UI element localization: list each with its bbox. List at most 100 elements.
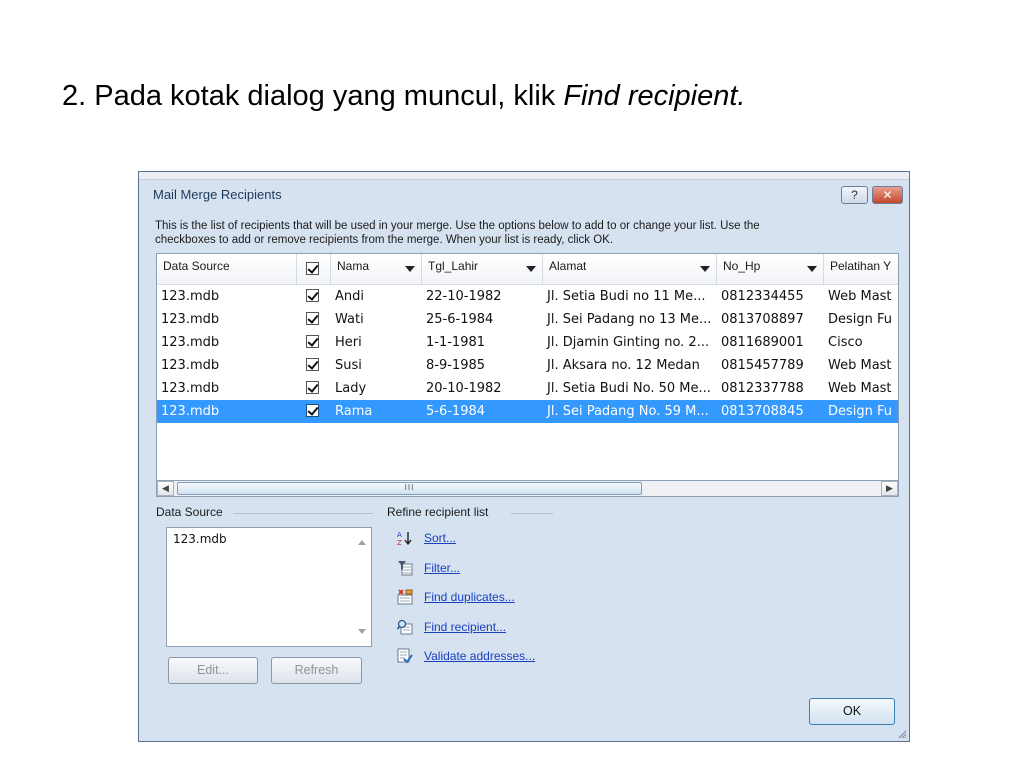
- slide-title-emphasis: Find recipient.: [563, 80, 746, 112]
- mail-merge-recipients-dialog: Mail Merge Recipients ? ✕ This is the li…: [138, 171, 910, 742]
- divider: [511, 513, 553, 514]
- cell-pelatihan: Design Fu: [828, 404, 893, 419]
- column-dropdown-icon[interactable]: [700, 266, 710, 272]
- cell-data-source: 123.mdb: [161, 381, 220, 396]
- table-row[interactable]: 123.mdb Lady 20-10-1982 Jl. Setia Budi No. …: [157, 377, 898, 400]
- cell-alamat: Jl. Sei Padang no 13 Me...: [547, 312, 712, 327]
- cell-nama: Susi: [335, 358, 362, 373]
- table-row[interactable]: 123.mdb Heri 1-1-1981 Jl. Djamin Ginting no…: [157, 331, 898, 354]
- column-header-tgl-lahir[interactable]: Tgl_Lahir: [422, 254, 543, 284]
- dialog-titlebar[interactable]: Mail Merge Recipients ? ✕: [139, 179, 909, 207]
- data-source-scrollbar[interactable]: [354, 528, 371, 646]
- cell-tgl-lahir: 1-1-1981: [426, 335, 486, 350]
- close-button[interactable]: ✕: [872, 186, 903, 204]
- table-row[interactable]: 123.mdb Andi 22-10-1982 Jl. Setia Budi no 1…: [157, 285, 898, 308]
- cell-alamat: Jl. Setia Budi No. 50 Me...: [547, 381, 711, 396]
- recipient-checkbox[interactable]: [306, 335, 319, 348]
- dialog-description: This is the list of recipients that will…: [155, 219, 895, 247]
- cell-no-hp: 0813708845: [721, 404, 804, 419]
- column-header-label: Data Source: [163, 259, 230, 273]
- scroll-up-icon[interactable]: [358, 540, 366, 545]
- cell-pelatihan: Web Mast: [828, 358, 892, 373]
- table-header: Data Source Nama Tgl_Lahir Alamat No_Hp …: [157, 254, 898, 285]
- edit-button[interactable]: Edit...: [168, 657, 258, 684]
- cell-data-source: 123.mdb: [161, 289, 220, 304]
- column-header-label: No_Hp: [723, 259, 761, 273]
- scroll-down-icon[interactable]: [358, 629, 366, 634]
- refresh-button[interactable]: Refresh: [271, 657, 362, 684]
- scroll-right-icon[interactable]: ▶: [881, 481, 898, 496]
- cell-data-source: 123.mdb: [161, 335, 220, 350]
- find-recipient-icon: [397, 619, 413, 635]
- cell-no-hp: 0813708897: [721, 312, 804, 327]
- column-header-pelatihan[interactable]: Pelatihan Y: [824, 254, 898, 284]
- recipient-checkbox[interactable]: [306, 312, 319, 325]
- help-button[interactable]: ?: [841, 186, 868, 204]
- recipient-checkbox[interactable]: [306, 404, 319, 417]
- slide-title: 2. Pada kotak dialog yang muncul, klik F…: [62, 80, 746, 113]
- table-row[interactable]: 123.mdb Susi 8-9-1985 Jl. Aksara no. 12 Med…: [157, 354, 898, 377]
- cell-tgl-lahir: 8-9-1985: [426, 358, 486, 373]
- slide-title-text: 2. Pada kotak dialog yang muncul, klik: [62, 80, 564, 112]
- table-row[interactable]: 123.mdb Rama 5-6-1984 Jl. Sei Padang No. 59…: [157, 400, 898, 423]
- table-row[interactable]: 123.mdb Wati 25-6-1984 Jl. Sei Padang no 13…: [157, 308, 898, 331]
- sort-az-icon: A Z: [397, 531, 412, 546]
- cell-no-hp: 0812334455: [721, 289, 804, 304]
- dialog-title: Mail Merge Recipients: [153, 187, 282, 202]
- data-source-item[interactable]: 123.mdb: [173, 532, 227, 546]
- cell-data-source: 123.mdb: [161, 404, 220, 419]
- cell-alamat: Jl. Aksara no. 12 Medan: [547, 358, 700, 373]
- data-source-group-label: Data Source: [156, 505, 227, 519]
- cell-nama: Rama: [335, 404, 373, 419]
- column-header-label: Tgl_Lahir: [428, 259, 479, 273]
- column-header-data-source[interactable]: Data Source: [157, 254, 297, 284]
- cell-no-hp: 0812337788: [721, 381, 804, 396]
- cell-alamat: Jl. Sei Padang No. 59 M...: [547, 404, 709, 419]
- column-header-no-hp[interactable]: No_Hp: [717, 254, 824, 284]
- column-dropdown-icon[interactable]: [526, 266, 536, 272]
- find-recipient-link[interactable]: Find recipient...: [424, 620, 506, 634]
- description-line-1: This is the list of recipients that will…: [155, 220, 760, 232]
- select-all-checkbox[interactable]: [306, 262, 319, 275]
- svg-text:Z: Z: [397, 539, 402, 546]
- cell-data-source: 123.mdb: [161, 358, 220, 373]
- column-dropdown-icon[interactable]: [807, 266, 817, 272]
- find-duplicates-link[interactable]: Find duplicates...: [424, 590, 515, 604]
- column-header-label: Pelatihan Y: [830, 259, 892, 273]
- cell-nama: Wati: [335, 312, 364, 327]
- cell-tgl-lahir: 25-6-1984: [426, 312, 494, 327]
- cell-checkbox[interactable]: [297, 377, 331, 400]
- cell-checkbox[interactable]: [297, 331, 331, 354]
- recipient-checkbox[interactable]: [306, 289, 319, 302]
- cell-pelatihan: Cisco: [828, 335, 863, 350]
- column-header-nama[interactable]: Nama: [331, 254, 422, 284]
- find-duplicates-icon: [397, 589, 413, 605]
- cell-alamat: Jl. Djamin Ginting no. 2...: [547, 335, 710, 350]
- column-header-select-all[interactable]: [297, 254, 331, 284]
- cell-pelatihan: Design Fu: [828, 312, 893, 327]
- cell-nama: Heri: [335, 335, 362, 350]
- recipient-checkbox[interactable]: [306, 381, 319, 394]
- recipient-checkbox[interactable]: [306, 358, 319, 371]
- data-source-list[interactable]: 123.mdb: [166, 527, 372, 647]
- cell-checkbox[interactable]: [297, 400, 331, 423]
- cell-pelatihan: Web Mast: [828, 381, 892, 396]
- sort-link[interactable]: Sort...: [424, 531, 456, 545]
- column-header-alamat[interactable]: Alamat: [543, 254, 717, 284]
- scroll-thumb[interactable]: III: [177, 482, 642, 495]
- scroll-left-icon[interactable]: ◀: [157, 481, 174, 496]
- cell-checkbox[interactable]: [297, 285, 331, 308]
- horizontal-scrollbar[interactable]: ◀ III ▶: [156, 480, 899, 497]
- ok-button[interactable]: OK: [809, 698, 895, 725]
- cell-checkbox[interactable]: [297, 354, 331, 377]
- column-dropdown-icon[interactable]: [405, 266, 415, 272]
- validate-addresses-link[interactable]: Validate addresses...: [424, 649, 535, 663]
- cell-no-hp: 0811689001: [721, 335, 804, 350]
- cell-data-source: 123.mdb: [161, 312, 220, 327]
- cell-checkbox[interactable]: [297, 308, 331, 331]
- filter-link[interactable]: Filter...: [424, 561, 460, 575]
- resize-grip-icon[interactable]: [897, 729, 907, 739]
- svg-text:A: A: [397, 531, 402, 539]
- filter-icon: [398, 561, 413, 576]
- recipients-table: Data Source Nama Tgl_Lahir Alamat No_Hp …: [156, 253, 899, 493]
